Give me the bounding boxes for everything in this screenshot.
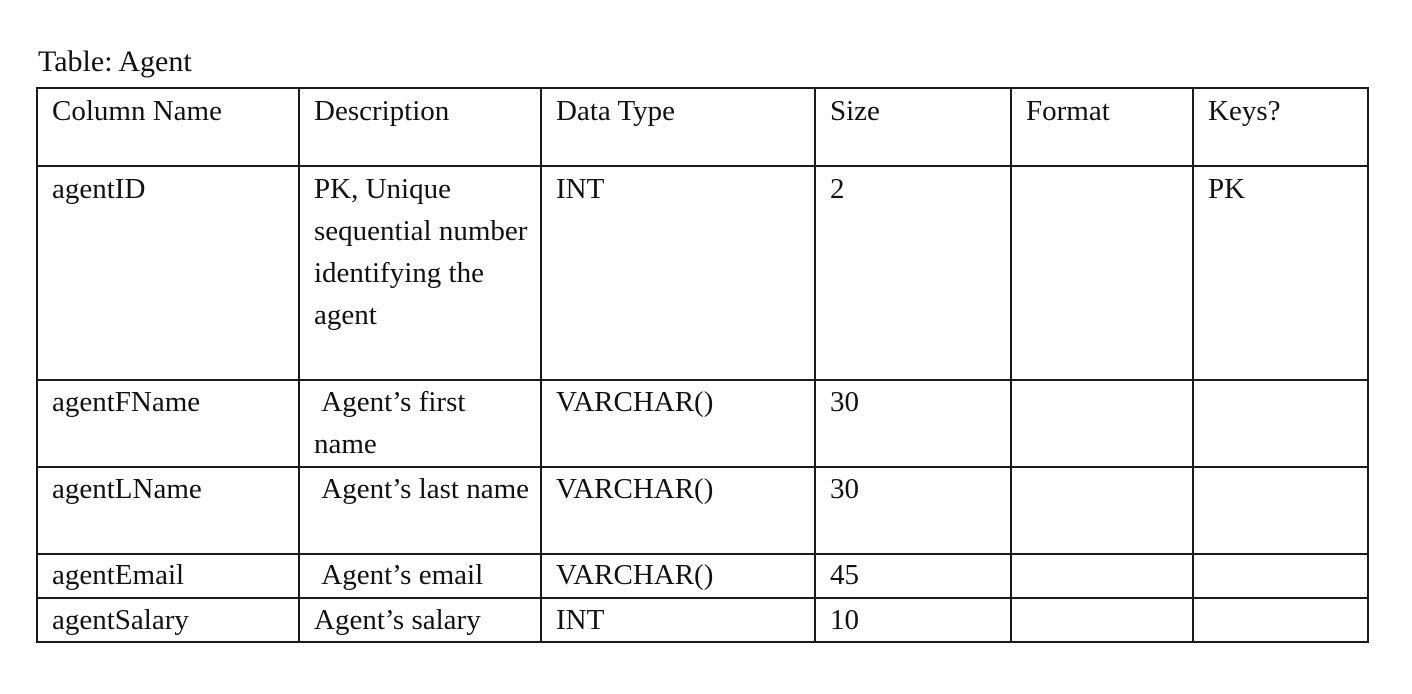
cell-description: Agent’s first name [298, 379, 542, 468]
cell-size: 45 [814, 553, 1012, 599]
header-description: Description [298, 87, 542, 167]
cell-size: 10 [814, 597, 1012, 643]
cell-column-name: agentID [36, 165, 300, 381]
table-caption: Table: Agent [38, 45, 192, 78]
table-row: agentID PK, Unique sequential number ide… [36, 165, 1369, 381]
cell-column-name: agentFName [36, 379, 300, 468]
cell-size: 30 [814, 379, 1012, 468]
cell-format [1010, 553, 1194, 599]
agent-table: Column Name Description Data Type Size F… [36, 87, 1369, 643]
cell-description: Agent’s salary [298, 597, 542, 643]
cell-data-type: VARCHAR() [540, 466, 816, 555]
table-row: agentEmail Agent’s email VARCHAR() 45 [36, 553, 1369, 599]
cell-keys [1192, 466, 1369, 555]
cell-size: 30 [814, 466, 1012, 555]
header-size: Size [814, 87, 1012, 167]
header-column-name: Column Name [36, 87, 300, 167]
cell-size: 2 [814, 165, 1012, 381]
cell-data-type: INT [540, 165, 816, 381]
cell-description: Agent’s last name [298, 466, 542, 555]
cell-column-name: agentLName [36, 466, 300, 555]
cell-keys [1192, 597, 1369, 643]
cell-data-type: VARCHAR() [540, 553, 816, 599]
table-row: agentSalary Agent’s salary INT 10 [36, 597, 1369, 643]
cell-keys [1192, 379, 1369, 468]
header-format: Format [1010, 87, 1194, 167]
cell-description: PK, Unique sequential number identifying… [298, 165, 542, 381]
cell-format [1010, 165, 1194, 381]
cell-keys: PK [1192, 165, 1369, 381]
cell-format [1010, 466, 1194, 555]
cell-description: Agent’s email [298, 553, 542, 599]
header-row: Column Name Description Data Type Size F… [36, 87, 1369, 167]
cell-column-name: agentSalary [36, 597, 300, 643]
cell-format [1010, 379, 1194, 468]
cell-column-name: agentEmail [36, 553, 300, 599]
table-row: agentLName Agent’s last name VARCHAR() 3… [36, 466, 1369, 555]
cell-keys [1192, 553, 1369, 599]
table-row: agentFName Agent’s first name VARCHAR() … [36, 379, 1369, 468]
cell-data-type: VARCHAR() [540, 379, 816, 468]
cell-format [1010, 597, 1194, 643]
header-keys: Keys? [1192, 87, 1369, 167]
header-data-type: Data Type [540, 87, 816, 167]
cell-data-type: INT [540, 597, 816, 643]
